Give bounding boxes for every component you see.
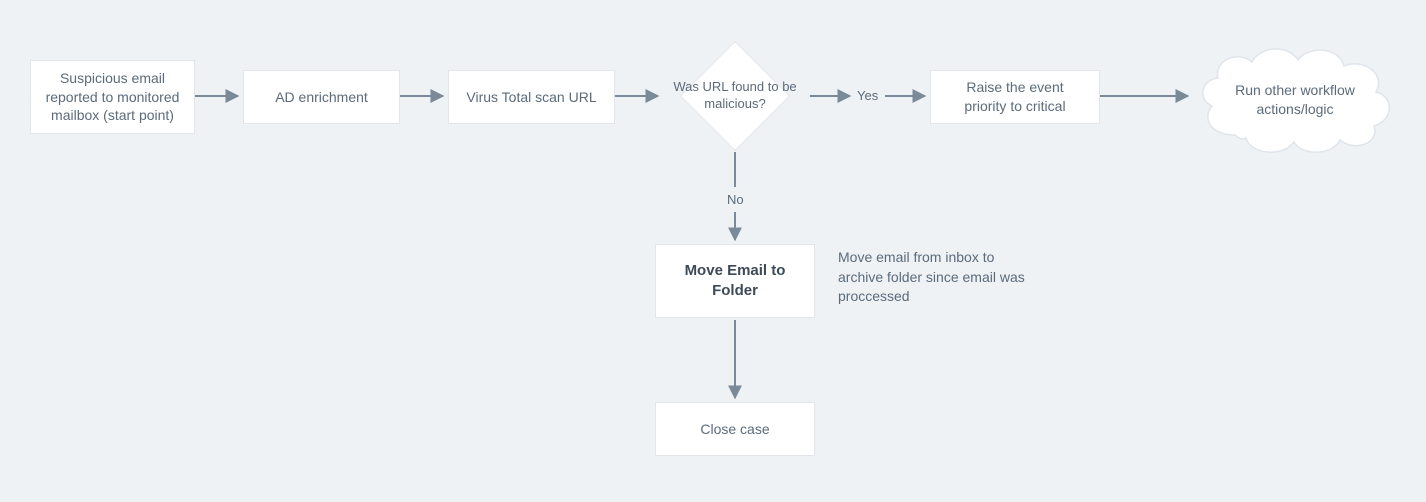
node-close-case: Close case (655, 402, 815, 456)
node-raise-priority: Raise the event priority to critical (930, 70, 1100, 124)
node-start: Suspicious email reported to monitored m… (30, 60, 195, 134)
node-decision: Was URL found to be malicious? (660, 40, 810, 152)
node-virus-total: Virus Total scan URL (448, 70, 615, 124)
node-move-label: Move Email to Folder (670, 261, 800, 302)
annotation-move-email: Move email from inbox to archive folder … (838, 248, 1028, 307)
node-ad-enrichment: AD enrichment (243, 70, 400, 124)
node-start-label: Suspicious email reported to monitored m… (45, 69, 180, 126)
edge-label-yes: Yes (857, 88, 878, 103)
node-ad-label: AD enrichment (275, 88, 368, 107)
node-vt-label: Virus Total scan URL (466, 88, 596, 107)
node-cloud: Run other workflow actions/logic (1190, 40, 1400, 160)
node-move-email: Move Email to Folder (655, 244, 815, 318)
node-cloud-label: Run other workflow actions/logic (1190, 40, 1400, 160)
edge-label-no: No (727, 192, 744, 207)
node-decision-label: Was URL found to be malicious? (660, 79, 810, 113)
node-raise-label: Raise the event priority to critical (945, 78, 1085, 116)
node-close-label: Close case (700, 420, 769, 439)
